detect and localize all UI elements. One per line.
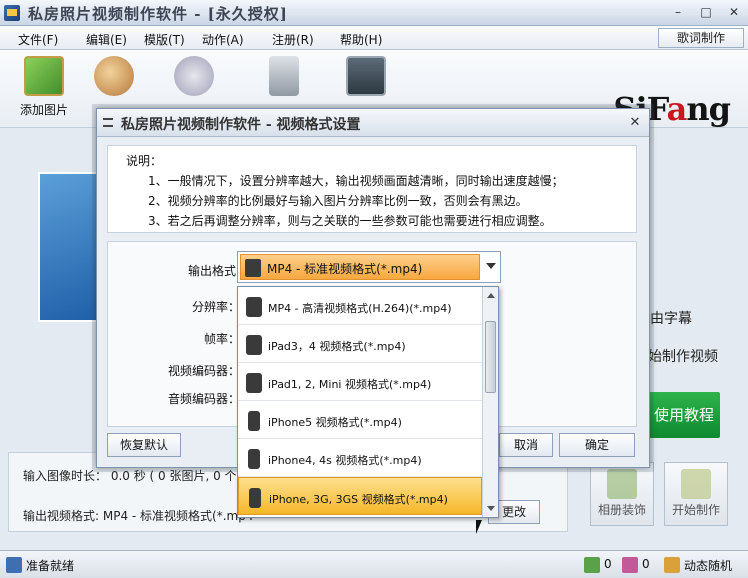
menu-edit[interactable]: 编辑(E) (86, 31, 127, 48)
start-hint: 始制作视频 (648, 349, 718, 365)
iphone-icon (248, 411, 260, 431)
menu-register[interactable]: 注册(R) (272, 31, 314, 48)
dialog-title: 私房照片视频制作软件 - 视频格式设置 (121, 117, 361, 133)
menu-help[interactable]: 帮助(H) (340, 31, 382, 48)
ipad-icon (246, 373, 262, 393)
menu-file[interactable]: 文件(F) (18, 31, 58, 48)
format-dropdown-list: MP4 - 高清视频格式(H.264)(*.mp4) iPad3，4 视频格式(… (237, 286, 499, 518)
scroll-down-icon[interactable] (487, 506, 495, 511)
menu-template[interactable]: 模版(T) (144, 31, 185, 48)
format-option-label: iPhone5 视频格式(*.mp4) (268, 416, 402, 429)
add-image-icon (24, 56, 64, 96)
add-image-button[interactable]: 添加图片 (16, 56, 72, 118)
dropdown-scrollbar[interactable] (482, 287, 498, 517)
note-line-3: 3、若之后再调整分辨率，则与之关联的一些参数可能也需要进行相应调整。 (148, 214, 552, 228)
title-bar: 私房照片视频制作软件 - [永久授权] – □ ✕ (0, 0, 748, 26)
start-make-button[interactable]: 开始制作 (664, 462, 728, 526)
iphone-icon (249, 488, 261, 508)
menu-action[interactable]: 动作(A) (202, 31, 244, 48)
notes-heading: 说明： (126, 154, 163, 168)
format-option-label: iPad3，4 视频格式(*.mp4) (268, 340, 406, 353)
settings-screen-icon (346, 56, 386, 96)
dialog-title-bar: 私房照片视频制作软件 - 视频格式设置 ✕ (97, 109, 649, 137)
app-icon (4, 5, 20, 21)
format-option-label: iPhone, 3G, 3GS 视频格式(*.mp4) (269, 493, 448, 506)
selected-format: MP4 - 标准视频格式(*.mp4) (240, 254, 480, 280)
video-encoder-label: 视频编码器： (167, 364, 240, 378)
status-text: 准备就绪 (26, 559, 75, 573)
close-button[interactable]: ✕ (726, 5, 742, 19)
notes-panel: 说明： 1、一般情况下，设置分辨率越大，输出视频画面越清晰，同时输出速度越慢； … (107, 145, 637, 233)
format-option-label: iPad1, 2, Mini 视频格式(*.mp4) (268, 378, 432, 391)
start-label: 开始制作 (671, 503, 720, 517)
format-option[interactable]: iPhone4, 4s 视频格式(*.mp4) (238, 439, 482, 477)
format-option[interactable]: iPad1, 2, Mini 视频格式(*.mp4) (238, 363, 482, 401)
iphone-icon (248, 449, 260, 469)
template-button[interactable] (86, 56, 142, 96)
minimize-button[interactable]: – (670, 5, 686, 19)
format-option-label: MP4 - 高清视频格式(H.264)(*.mp4) (268, 302, 452, 315)
selected-format-text: MP4 - 标准视频格式(*.mp4) (267, 262, 423, 276)
watermark (610, 520, 740, 572)
image-count-icon (584, 557, 600, 573)
dialog-close-icon[interactable]: ✕ (627, 115, 643, 131)
format-option[interactable]: iPhone5 视频格式(*.mp4) (238, 401, 482, 439)
status-icon (6, 557, 22, 573)
film-icon (246, 297, 262, 317)
chevron-down-icon[interactable] (486, 263, 496, 269)
output-format-label: 输出格式: (187, 264, 240, 278)
options-button[interactable] (338, 56, 394, 96)
trash-icon (269, 56, 299, 96)
resolution-label: 分辨率： (191, 300, 240, 314)
dialog-menu-icon[interactable] (103, 118, 113, 127)
music-icon (174, 56, 214, 96)
ipad-icon (246, 335, 262, 355)
cancel-button[interactable]: 取消 (499, 433, 553, 457)
menu-bar: 文件(F) 编辑(E) 模版(T) 动作(A) 注册(R) 帮助(H) 歌词制作 (0, 26, 748, 50)
format-option-label: iPhone4, 4s 视频格式(*.mp4) (268, 454, 422, 467)
format-option[interactable]: iPad3，4 视频格式(*.mp4) (238, 325, 482, 363)
reset-defaults-button[interactable]: 恢复默认 (107, 433, 181, 457)
mouse-cursor-icon (476, 520, 482, 534)
album-icon (607, 469, 637, 499)
subtitle-hint: 由字幕 (650, 311, 692, 327)
delete-button[interactable] (256, 56, 312, 96)
window-controls: – □ ✕ (670, 5, 742, 19)
lyrics-button[interactable]: 歌词制作 (658, 28, 744, 48)
format-option[interactable]: MP4 - 高清视频格式(H.264)(*.mp4) (238, 287, 482, 325)
note-line-2: 2、视频分辨率的比例最好与输入图片分辨率比例一致，否则会有黑边。 (148, 194, 528, 208)
ok-button[interactable]: 确定 (559, 433, 635, 457)
scroll-up-icon[interactable] (487, 293, 495, 298)
output-format-info: 输出视频格式: MP4 - 标准视频格式(*.mp4 (23, 509, 254, 523)
film-icon (245, 259, 261, 277)
add-image-label: 添加图片 (19, 103, 68, 117)
palette-icon (94, 56, 134, 96)
zip-icon (681, 469, 711, 499)
tutorial-button[interactable]: 使用教程 (648, 392, 720, 438)
frame-rate-label: 帧率： (203, 332, 240, 346)
audio-encoder-label: 音频编码器： (167, 392, 240, 406)
output-format-select[interactable]: MP4 - 标准视频格式(*.mp4) (237, 251, 501, 283)
window-title: 私房照片视频制作软件 - [永久授权] (28, 5, 288, 23)
format-option-selected[interactable]: iPhone, 3G, 3GS 视频格式(*.mp4) (238, 477, 482, 515)
maximize-button[interactable]: □ (698, 5, 714, 19)
scroll-thumb[interactable] (485, 321, 496, 393)
add-music-button[interactable] (166, 56, 222, 96)
album-label: 相册装饰 (597, 503, 646, 517)
note-line-1: 1、一般情况下，设置分辨率越大，输出视频画面越清晰，同时输出速度越慢； (148, 174, 564, 188)
